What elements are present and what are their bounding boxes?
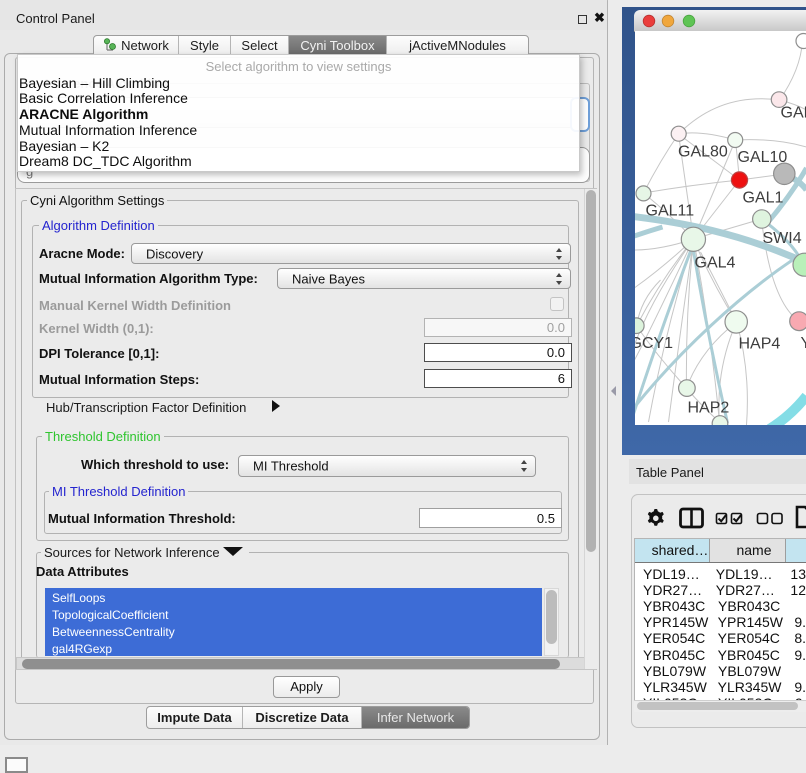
svg-text:SWI4: SWI4 [762, 230, 801, 247]
svg-text:GAL1: GAL1 [742, 190, 783, 207]
svg-text:GAL4: GAL4 [694, 255, 735, 272]
svg-text:GAL80: GAL80 [678, 144, 728, 161]
svg-text:GAL: GAL [780, 105, 806, 122]
svg-text:GAL10: GAL10 [737, 149, 787, 166]
svg-text:HAP2: HAP2 [687, 400, 729, 417]
svg-text:Y: Y [800, 335, 806, 352]
svg-text:GCY1: GCY1 [635, 335, 673, 352]
svg-text:GAL11: GAL11 [645, 203, 694, 220]
svg-text:HAP4: HAP4 [738, 336, 780, 353]
